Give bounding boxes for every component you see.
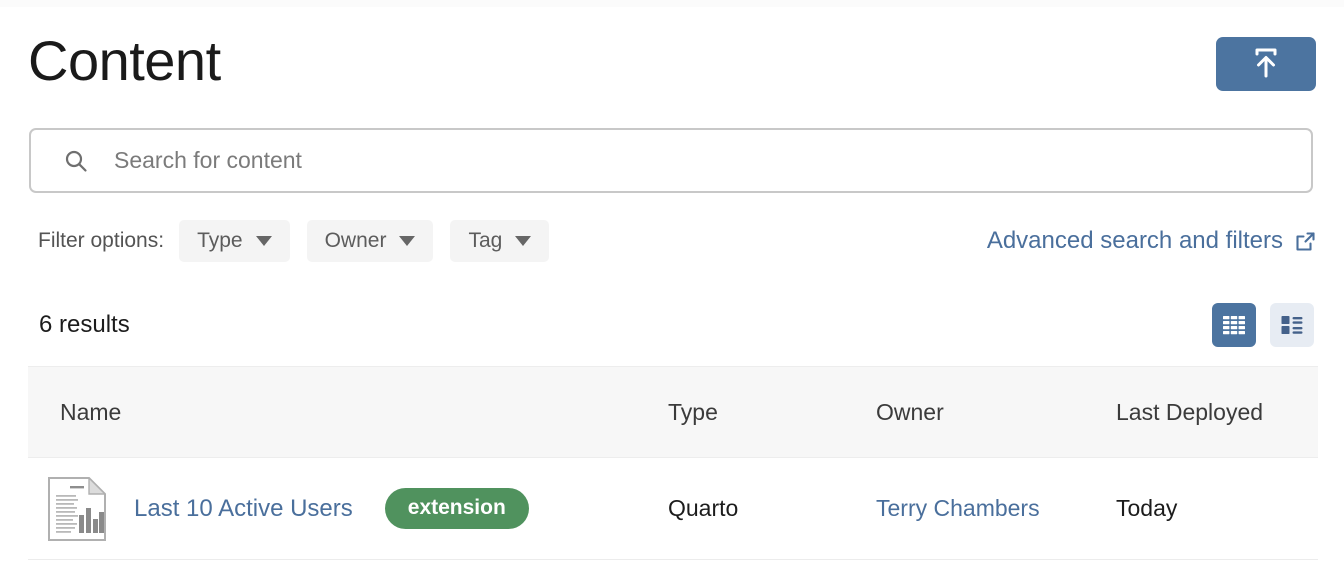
filter-type-label: Type bbox=[197, 229, 243, 252]
advanced-search-label: Advanced search and filters bbox=[986, 227, 1283, 254]
column-header-last-deployed[interactable]: Last Deployed bbox=[1116, 366, 1318, 458]
publish-upload-button[interactable] bbox=[1216, 37, 1316, 91]
column-header-owner[interactable]: Owner bbox=[876, 366, 1116, 458]
cell-type: Quarto bbox=[668, 457, 876, 560]
external-link-icon bbox=[1295, 231, 1316, 252]
search-input[interactable] bbox=[114, 130, 1291, 191]
tag-badge[interactable]: extension bbox=[384, 488, 529, 529]
advanced-search-link[interactable]: Advanced search and filters bbox=[987, 227, 1316, 255]
list-view-icon bbox=[1279, 312, 1305, 338]
cell-last-deployed: Today bbox=[1116, 457, 1318, 560]
table-header: Name Type Owner Last Deployed bbox=[28, 366, 1318, 458]
upload-to-tray-icon bbox=[1249, 48, 1283, 80]
content-item-link[interactable]: Last 10 Active Users bbox=[134, 495, 353, 523]
chevron-down-icon bbox=[515, 236, 532, 246]
grid-view-icon bbox=[1221, 312, 1247, 338]
filter-owner-dropdown[interactable]: Owner bbox=[306, 220, 434, 262]
filter-tag-label: Tag bbox=[468, 229, 503, 252]
top-edge-band bbox=[0, 0, 1344, 7]
table-row[interactable]: Last 10 Active Users extension Quarto Te… bbox=[28, 457, 1318, 560]
cell-name: Last 10 Active Users extension bbox=[28, 457, 668, 560]
page-title: Content bbox=[28, 29, 221, 92]
filter-tag-dropdown[interactable]: Tag bbox=[450, 220, 550, 262]
content-page: Content Filter options: Type bbox=[0, 0, 1344, 572]
results-count: 6 results bbox=[39, 311, 130, 338]
search-icon bbox=[64, 149, 88, 173]
grid-view-button[interactable] bbox=[1212, 303, 1256, 347]
content-table: Name Type Owner Last Deployed Last 10 Ac… bbox=[28, 366, 1318, 560]
list-view-button[interactable] bbox=[1270, 303, 1314, 347]
filter-options-label: Filter options: bbox=[38, 229, 165, 252]
search-bar[interactable] bbox=[29, 128, 1313, 193]
view-mode-toggle-group bbox=[1212, 303, 1314, 347]
table-header-row: Name Type Owner Last Deployed bbox=[28, 366, 1318, 458]
column-header-type[interactable]: Type bbox=[668, 366, 876, 458]
results-bar: 6 results bbox=[39, 303, 1314, 347]
filter-owner-label: Owner bbox=[324, 229, 387, 252]
chevron-down-icon bbox=[255, 236, 272, 246]
chevron-down-icon bbox=[399, 236, 416, 246]
filter-options-row: Filter options: Type Owner Tag Advanced … bbox=[38, 219, 1316, 263]
column-header-name[interactable]: Name bbox=[28, 366, 668, 458]
page-header: Content bbox=[28, 22, 1316, 100]
table-body: Last 10 Active Users extension Quarto Te… bbox=[28, 457, 1318, 560]
document-report-icon bbox=[48, 475, 107, 541]
owner-link[interactable]: Terry Chambers bbox=[876, 495, 1040, 521]
cell-owner: Terry Chambers bbox=[876, 457, 1116, 560]
filter-type-dropdown[interactable]: Type bbox=[179, 220, 290, 262]
